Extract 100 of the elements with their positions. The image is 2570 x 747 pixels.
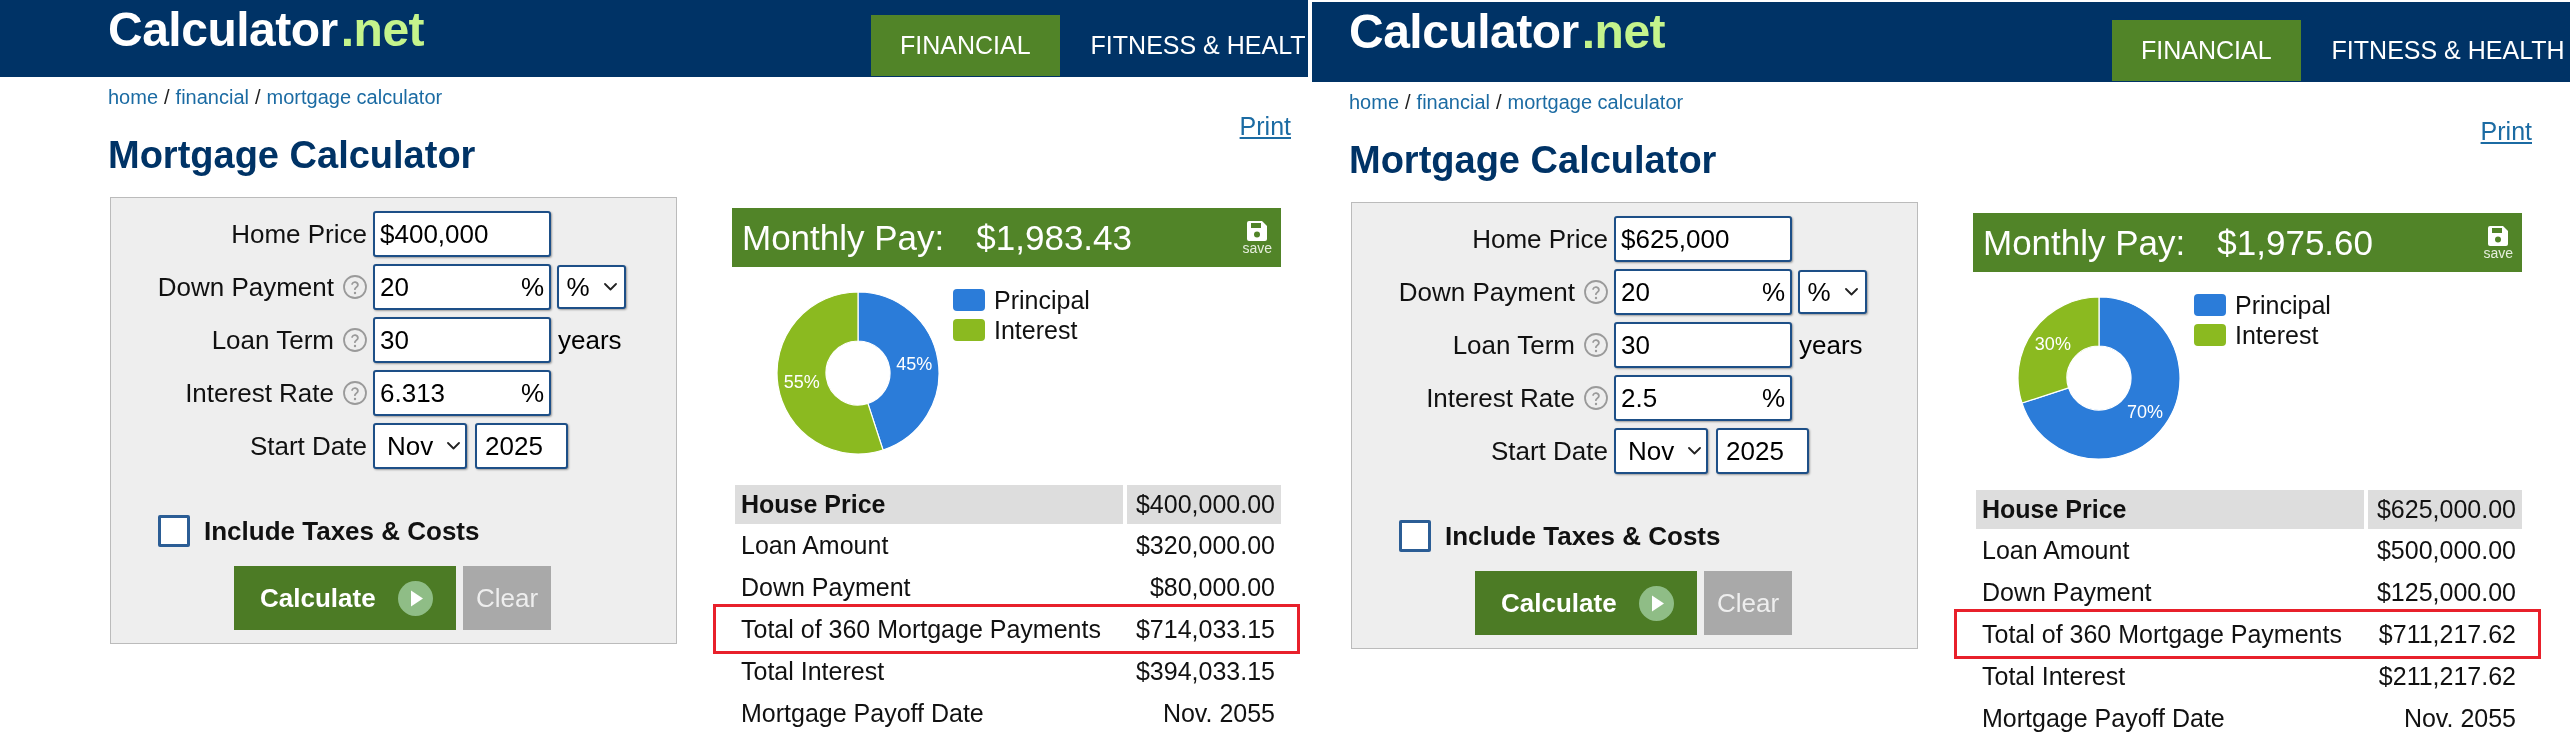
- summary-value: $400,000.00: [1127, 485, 1281, 524]
- field-label: Start Date: [1490, 438, 1608, 464]
- nav-tab[interactable]: FITNESS & HEALTH: [2300, 20, 2565, 81]
- summary-value: Nov. 2055: [1161, 700, 1276, 726]
- summary-label: Total of 360 Mortgage Payments: [740, 616, 1102, 642]
- play-icon: [398, 580, 433, 616]
- summary-value: $711,217.62: [2377, 621, 2517, 647]
- breadcrumb-separator: /: [255, 85, 261, 109]
- help-icon[interactable]: [1584, 333, 1608, 357]
- field-label: Loan Term: [211, 327, 334, 353]
- breadcrumb-link[interactable]: mortgage calculator: [1507, 90, 1684, 114]
- field-label: Start Date: [249, 433, 367, 459]
- field-label: Home Price: [1472, 226, 1608, 252]
- play-icon: [1639, 585, 1674, 621]
- summary-label: Down Payment: [1981, 579, 2153, 605]
- breadcrumb-separator: /: [1405, 90, 1411, 114]
- month-dropdown[interactable]: Nov: [1614, 428, 1708, 474]
- input-field[interactable]: $400,000: [373, 211, 551, 257]
- summary-value: $125,000.00: [2375, 579, 2517, 605]
- unit-dropdown[interactable]: %: [557, 265, 626, 309]
- summary-label: Total Interest: [740, 658, 886, 684]
- field-label: Interest Rate: [1426, 385, 1575, 411]
- summary-value: $714,033.15: [1134, 616, 1276, 642]
- unit-label: years: [1799, 332, 1863, 358]
- breadcrumb-link[interactable]: mortgage calculator: [266, 85, 443, 109]
- calculate-button[interactable]: Calculate: [234, 566, 456, 630]
- field-label: Loan Term: [1452, 332, 1575, 358]
- field-label: Down Payment: [1398, 279, 1575, 305]
- field-label: Interest Rate: [185, 380, 334, 406]
- page-title: Mortgage Calculator: [1349, 138, 1717, 182]
- site-logo[interactable]: Calculator.net: [1349, 8, 1666, 56]
- monthly-pay-value: $1,983.43: [976, 220, 1133, 255]
- percent-label: 45%: [896, 354, 933, 375]
- nav-tab[interactable]: FINANCIAL: [2112, 20, 2301, 81]
- legend-label: Interest: [2235, 320, 2319, 350]
- checkbox[interactable]: [1399, 520, 1431, 552]
- checkbox-label: Include Taxes & Costs: [204, 518, 480, 544]
- summary-label: Total of 360 Mortgage Payments: [1981, 621, 2343, 647]
- field-label: Home Price: [231, 221, 367, 247]
- breadcrumb-link[interactable]: financial: [1416, 90, 1490, 114]
- calculate-button[interactable]: Calculate: [1475, 571, 1697, 635]
- nav-tab[interactable]: FITNESS & HEALT: [1059, 15, 1306, 76]
- year-field[interactable]: 2025: [475, 423, 568, 469]
- summary-label: House Price: [735, 485, 1123, 524]
- chevron-down-icon: [447, 442, 461, 450]
- input-field[interactable]: 30: [373, 317, 551, 363]
- breadcrumb-link[interactable]: home: [108, 85, 159, 109]
- print-link[interactable]: Print: [2480, 118, 2532, 144]
- percent-label: 30%: [2034, 334, 2071, 355]
- input-field[interactable]: 20 %: [1614, 269, 1792, 315]
- page-title: Mortgage Calculator: [108, 133, 476, 177]
- summary-value: $320,000.00: [1134, 532, 1276, 558]
- checkbox[interactable]: [158, 515, 190, 547]
- unit-dropdown[interactable]: %: [1798, 270, 1867, 314]
- monthly-pay-label: Monthly Pay:: [1983, 225, 2186, 260]
- summary-value: $394,033.15: [1134, 658, 1276, 684]
- input-field[interactable]: 20 %: [373, 264, 551, 310]
- input-field[interactable]: 30: [1614, 322, 1792, 368]
- summary-label: Down Payment: [740, 574, 912, 600]
- print-link[interactable]: Print: [1239, 113, 1291, 139]
- month-dropdown[interactable]: Nov: [373, 423, 467, 469]
- breadcrumb-separator: /: [1496, 90, 1502, 114]
- help-icon[interactable]: [343, 328, 367, 352]
- help-icon[interactable]: [343, 381, 367, 405]
- unit-label: years: [558, 327, 622, 353]
- summary-value: $80,000.00: [1148, 574, 1276, 600]
- legend-label: Principal: [2235, 290, 2331, 320]
- summary-value: Nov. 2055: [2402, 705, 2517, 731]
- input-field[interactable]: $625,000: [1614, 216, 1792, 262]
- chevron-down-icon: [1844, 288, 1858, 296]
- chevron-down-icon: [603, 283, 617, 291]
- year-field[interactable]: 2025: [1716, 428, 1809, 474]
- nav-tab[interactable]: FINANCIAL: [871, 15, 1060, 76]
- checkbox-label: Include Taxes & Costs: [1445, 523, 1721, 549]
- monthly-pay-value: $1,975.60: [2217, 225, 2374, 260]
- breadcrumb-separator: /: [164, 85, 170, 109]
- legend-label: Interest: [994, 315, 1078, 345]
- help-icon[interactable]: [343, 275, 367, 299]
- percent-label: 55%: [783, 371, 820, 392]
- field-label: Down Payment: [157, 274, 334, 300]
- legend-label: Principal: [994, 285, 1090, 315]
- chevron-down-icon: [1688, 447, 1702, 455]
- help-icon[interactable]: [1584, 386, 1608, 410]
- summary-label: Mortgage Payoff Date: [740, 700, 985, 726]
- site-logo[interactable]: Calculator.net: [108, 6, 425, 54]
- summary-label: Mortgage Payoff Date: [1981, 705, 2226, 731]
- help-icon[interactable]: [1584, 280, 1608, 304]
- save-button[interactable]: save: [2483, 225, 2513, 260]
- breadcrumb-link[interactable]: financial: [175, 85, 249, 109]
- monthly-pay-label: Monthly Pay:: [742, 220, 945, 255]
- summary-value: $211,217.62: [2377, 663, 2517, 689]
- summary-value: $500,000.00: [2375, 537, 2517, 563]
- save-button[interactable]: save: [1242, 220, 1272, 255]
- summary-label: Loan Amount: [1981, 537, 2131, 563]
- summary-label: Loan Amount: [740, 532, 890, 558]
- input-field[interactable]: 6.313 %: [373, 370, 551, 416]
- percent-label: 70%: [2127, 401, 2164, 422]
- breadcrumb-link[interactable]: home: [1349, 90, 1400, 114]
- summary-label: Total Interest: [1981, 663, 2127, 689]
- input-field[interactable]: 2.5 %: [1614, 375, 1792, 421]
